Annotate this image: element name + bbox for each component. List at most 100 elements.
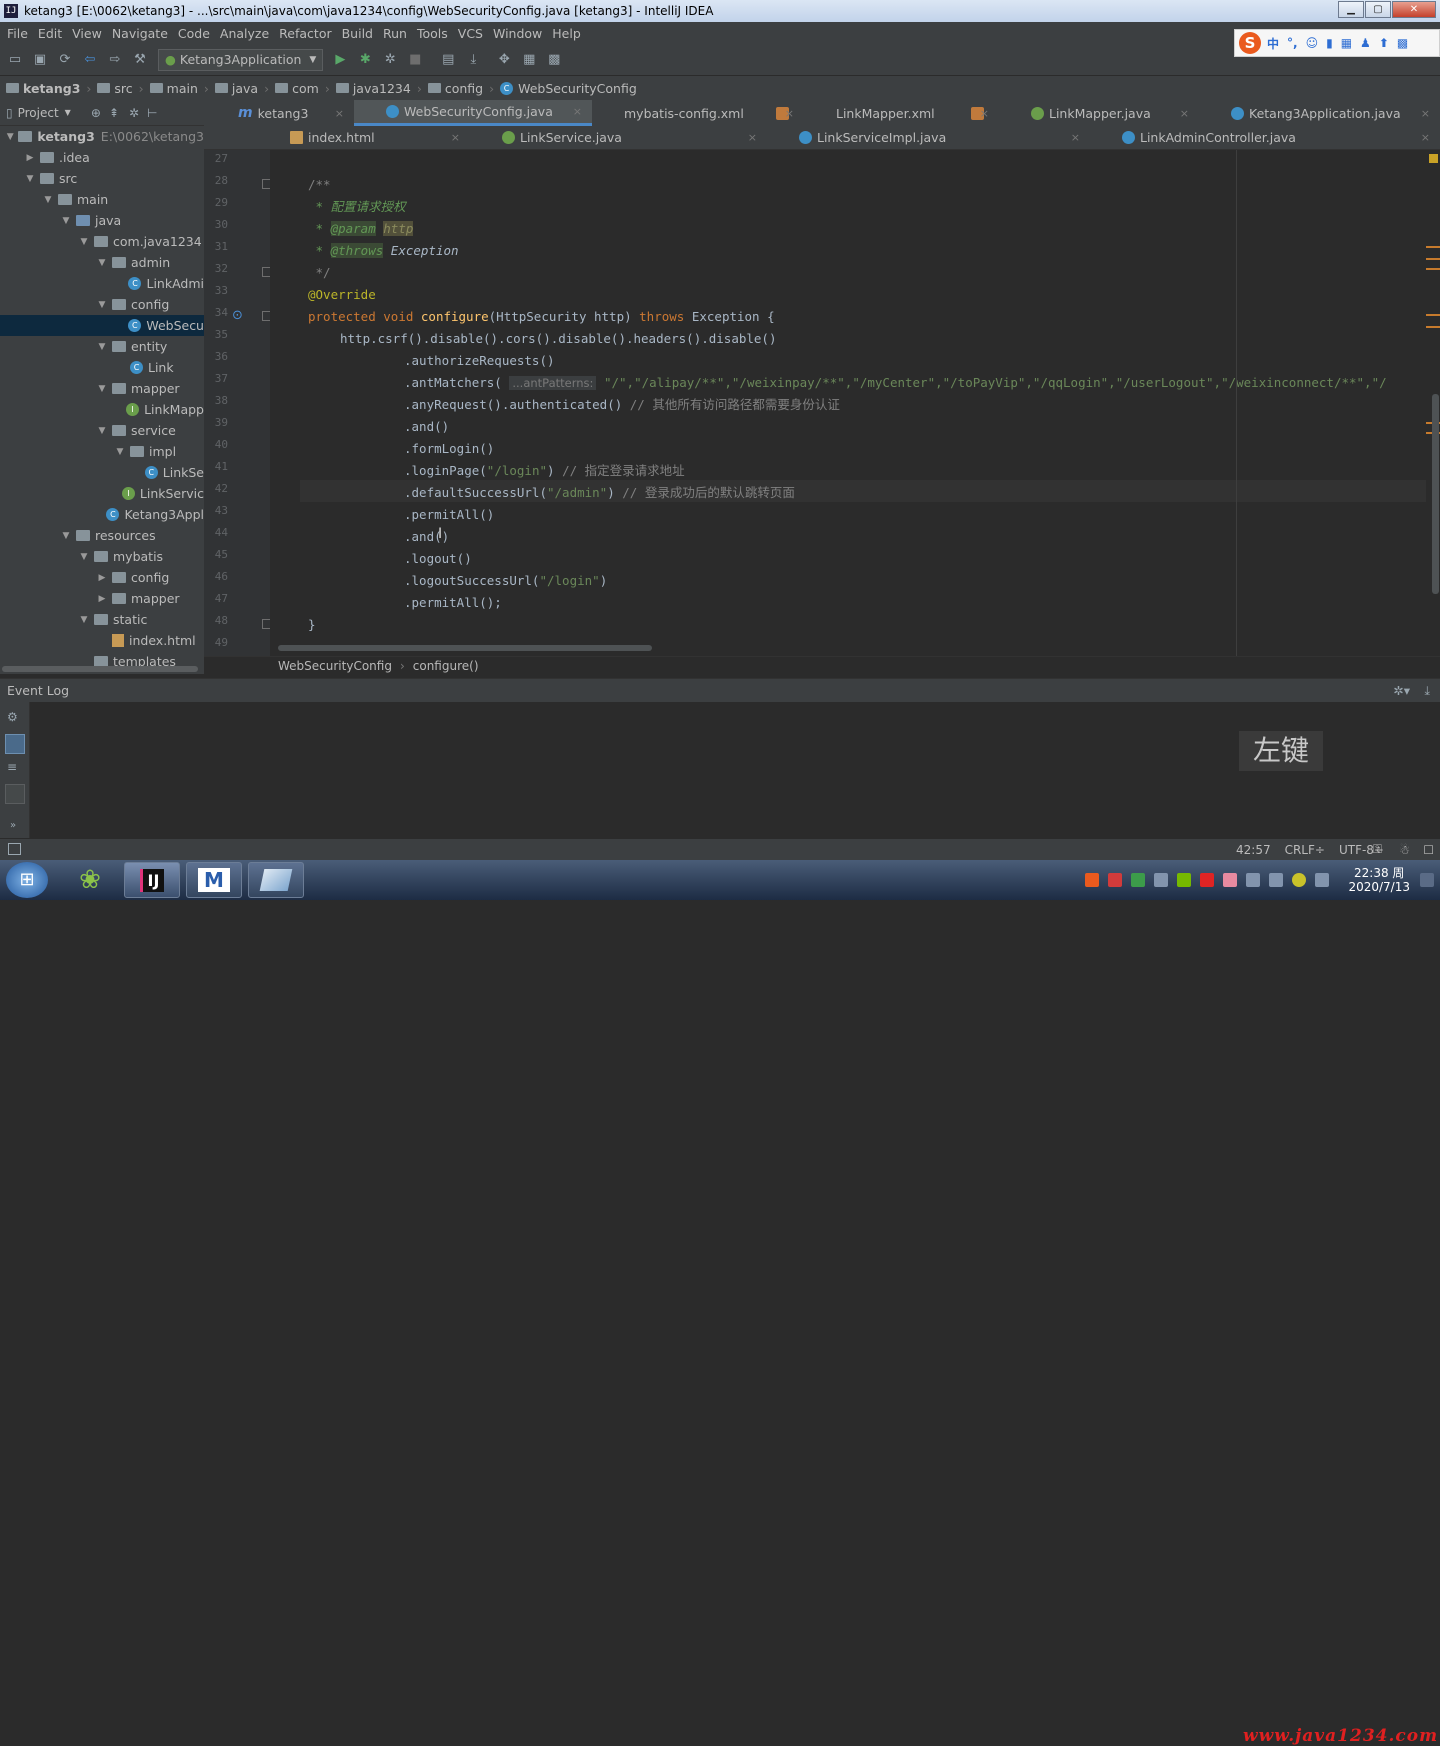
coverage-icon[interactable]: ✲ [381, 51, 399, 69]
editor-breadcrumb-method[interactable]: configure() [413, 659, 479, 673]
tree-item[interactable]: C LinkAdmi [0, 273, 204, 294]
chevron-down-icon[interactable]: ▼ [96, 426, 108, 436]
editor-tab[interactable]: index.html × [204, 126, 470, 149]
analysis-status-icon[interactable] [1429, 154, 1438, 163]
inspector-icon[interactable]: ☃ [1399, 843, 1410, 857]
menu-analyze[interactable]: Analyze [215, 26, 274, 41]
editor-tab[interactable]: Ketang3Application.java × [1199, 100, 1440, 126]
breadcrumb-item[interactable]: ketang3 [6, 81, 80, 96]
tp-tray-icon[interactable] [1154, 873, 1169, 887]
menu-help[interactable]: Help [547, 26, 586, 41]
tree-item[interactable]: I LinkServic [0, 483, 204, 504]
chevron-down-icon[interactable]: ▼ [114, 447, 126, 457]
breadcrumb-item[interactable]: main [149, 81, 198, 96]
forward-icon[interactable]: ⇨ [106, 51, 124, 69]
tree-item[interactable]: C Link [0, 357, 204, 378]
lock-icon[interactable]: ⚿ [1373, 842, 1382, 857]
horizontal-scrollbar[interactable] [278, 645, 652, 651]
breadcrumb-item[interactable]: com [275, 81, 319, 96]
run-icon[interactable]: ▶ [331, 51, 349, 69]
open-folder-icon[interactable]: ▭ [6, 51, 24, 69]
volume-icon[interactable] [1315, 873, 1330, 887]
menu-tools[interactable]: Tools [412, 26, 453, 41]
notifications-icon[interactable]: ☐ [1423, 843, 1434, 857]
shield-icon[interactable] [1131, 873, 1146, 887]
taskbar-intellij[interactable]: IJ [124, 862, 180, 898]
vertical-scrollbar[interactable] [1432, 394, 1439, 594]
settings-icon[interactable]: ⚙ [7, 710, 18, 724]
chevron-down-icon[interactable]: ▼ [65, 108, 71, 117]
build-artifacts-icon[interactable]: ▤ [439, 51, 457, 69]
ime-mode-label[interactable]: 中 [1267, 35, 1279, 52]
tree-item[interactable]: ▼ src [0, 168, 204, 189]
editor-tab[interactable]: LinkMapper.xml × [804, 100, 999, 126]
close-icon[interactable]: × [1421, 107, 1430, 120]
close-icon[interactable]: × [980, 107, 989, 120]
flower-tray-icon[interactable] [1223, 873, 1238, 887]
close-button[interactable]: ✕ [1392, 1, 1436, 18]
tree-item[interactable]: ▼ config [0, 294, 204, 315]
chevron-down-icon[interactable]: ▼ [6, 132, 14, 142]
mark-read-icon[interactable] [5, 734, 25, 754]
chevron-down-icon[interactable]: ▼ [78, 237, 90, 247]
more-icon[interactable]: » [10, 820, 16, 831]
chevron-right-icon[interactable]: ▶ [96, 594, 108, 604]
editor-tab[interactable]: WebSecurityConfig.java × [354, 100, 592, 126]
taskbar-m-app[interactable]: M [186, 862, 242, 898]
chevron-down-icon[interactable]: ▼ [96, 300, 108, 310]
plus-tray-icon[interactable] [1292, 873, 1307, 887]
tree-horizontal-scrollbar[interactable] [2, 666, 198, 672]
collapse-all-icon[interactable]: ⇞ [109, 106, 119, 120]
gear-icon[interactable]: ✲ [129, 106, 139, 120]
taskbar-clock[interactable]: 22:38 周 2020/7/13 [1348, 866, 1410, 894]
chevron-down-icon[interactable]: ▼ [78, 615, 90, 625]
project-structure-icon[interactable]: ▦ [520, 51, 538, 69]
mail-tray-icon[interactable] [1108, 873, 1123, 887]
run-configuration-select[interactable]: ● Ketang3Application ▼ [158, 48, 324, 71]
menu-code[interactable]: Code [173, 26, 215, 41]
tree-item[interactable]: C Ketang3Appl [0, 504, 204, 525]
stop-icon[interactable]: ■ [406, 51, 424, 69]
ime-emoji-icon[interactable]: ☺ [1306, 36, 1319, 50]
chevron-down-icon[interactable]: ▼ [60, 531, 72, 541]
tree-item[interactable]: ▼ mapper [0, 378, 204, 399]
close-icon[interactable]: × [451, 131, 460, 144]
breadcrumb-item[interactable]: src [97, 81, 133, 96]
close-icon[interactable]: × [1180, 107, 1189, 120]
tree-item[interactable]: index.html [0, 630, 204, 651]
chevron-right-icon[interactable]: ▶ [24, 153, 36, 163]
settings-wrench-icon[interactable]: ✥ [495, 51, 513, 69]
caret-position[interactable]: 42:57 [1236, 843, 1271, 857]
chevron-down-icon[interactable]: ▼ [96, 258, 108, 268]
menu-vcs[interactable]: VCS [453, 26, 488, 41]
override-gutter-icon[interactable]: ⊙ [232, 308, 243, 323]
menu-run[interactable]: Run [378, 26, 412, 41]
tree-item[interactable]: ▼ impl [0, 441, 204, 462]
build-icon[interactable]: ⚒ [131, 51, 149, 69]
menu-build[interactable]: Build [337, 26, 378, 41]
sogou-logo-icon[interactable]: S [1239, 32, 1261, 54]
chevron-down-icon[interactable]: ▼ [60, 216, 72, 226]
maximize-button[interactable]: ▢ [1365, 1, 1391, 18]
search-everywhere-icon[interactable]: ▩ [545, 51, 563, 69]
sync-icon[interactable]: ⟳ [56, 51, 74, 69]
locate-file-icon[interactable]: ⊕ [91, 106, 101, 120]
menu-navigate[interactable]: Navigate [107, 26, 173, 41]
ime-keyboard-icon[interactable]: ▦ [1341, 36, 1352, 50]
action-center-icon[interactable] [1420, 873, 1434, 887]
tree-item[interactable]: ▼ entity [0, 336, 204, 357]
sogou-tray-icon[interactable] [1085, 873, 1100, 887]
tree-item[interactable]: I LinkMapp [0, 399, 204, 420]
chevron-down-icon[interactable]: ▼ [96, 384, 108, 394]
tree-item[interactable]: ▶ config [0, 567, 204, 588]
tree-item[interactable]: ▼ resources [0, 525, 204, 546]
tool-window-toggle-icon[interactable] [8, 843, 21, 855]
editor-tab[interactable]: LinkServiceImpl.java × [767, 126, 1090, 149]
windows-start-button[interactable]: ⊞ [6, 862, 48, 898]
tree-item[interactable]: ▶ mapper [0, 588, 204, 609]
download-icon[interactable]: ⤓ [464, 51, 482, 69]
hide-panel-icon[interactable]: ⤓ [1424, 683, 1430, 699]
breadcrumb-item[interactable]: config [427, 81, 483, 96]
ime-grid-icon[interactable]: ▩ [1397, 36, 1408, 50]
menu-file[interactable]: File [2, 26, 33, 41]
